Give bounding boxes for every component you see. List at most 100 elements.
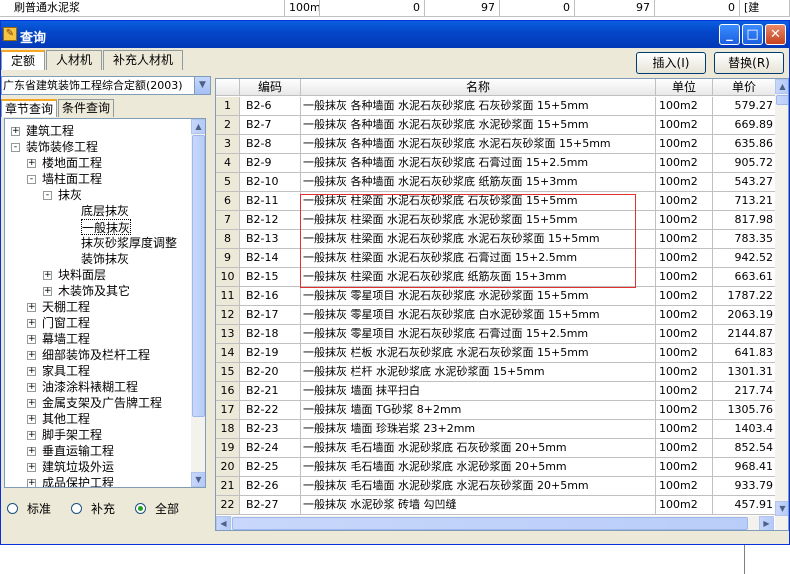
header-unit[interactable]: 单位 — [656, 79, 713, 96]
scroll-left-icon[interactable]: ◀ — [216, 516, 231, 530]
tree-node[interactable]: 块料面层 — [58, 267, 106, 283]
expand-icon[interactable]: + — [27, 303, 36, 312]
expand-icon[interactable]: + — [27, 335, 36, 344]
scroll-down-icon[interactable]: ▼ — [191, 472, 205, 487]
expand-icon[interactable]: + — [27, 415, 36, 424]
close-button[interactable]: ✕ — [765, 24, 786, 45]
tree-node[interactable]: 金属支架及广告牌工程 — [42, 395, 162, 411]
replace-button[interactable]: 替换(R) — [714, 52, 784, 74]
table-row[interactable]: 5 B2-10 一般抹灰 各种墙面 水泥石灰砂浆底 纸筋灰面 15+3mm 100m2… — [216, 173, 776, 192]
tree-node[interactable]: 建筑垃圾外运 — [42, 459, 114, 475]
tree-node[interactable]: 楼地面工程 — [42, 155, 102, 171]
expand-icon[interactable]: + — [27, 159, 36, 168]
table-row[interactable]: 6 B2-11 一般抹灰 柱梁面 水泥石灰砂浆底 石灰砂浆面 15+5mm 100m2… — [216, 192, 776, 211]
table-row[interactable]: 2 B2-7 一般抹灰 各种墙面 水泥石灰砂浆底 水泥砂浆面 15+5mm 100m2… — [216, 116, 776, 135]
table-row[interactable]: 7 B2-12 一般抹灰 柱梁面 水泥石灰砂浆底 水泥砂浆面 15+5mm 100m2… — [216, 211, 776, 230]
table-row[interactable]: 8 B2-13 一般抹灰 柱梁面 水泥石灰砂浆底 水泥石灰砂浆面 15+5mm 100… — [216, 230, 776, 249]
table-row[interactable]: 13 B2-18 一般抹灰 零星项目 水泥石灰砂浆底 石膏过面 15+2.5mm 10… — [216, 325, 776, 344]
collapse-icon[interactable]: - — [27, 175, 36, 184]
expand-icon[interactable]: + — [27, 399, 36, 408]
tree-node[interactable]: 装饰抹灰 — [81, 251, 129, 267]
table-row[interactable]: 11 B2-16 一般抹灰 零星项目 水泥石灰砂浆底 水泥砂浆面 15+5mm 100… — [216, 287, 776, 306]
radio-standard[interactable]: 标准 — [7, 499, 51, 517]
chevron-down-icon[interactable]: ▼ — [194, 77, 210, 94]
radio-circle[interactable] — [71, 502, 83, 514]
radio-circle[interactable] — [7, 502, 18, 514]
title-bar[interactable]: ✎ 查询 _ □ ✕ — [1, 21, 789, 48]
expand-icon[interactable]: + — [27, 351, 36, 360]
table-row[interactable]: 3 B2-8 一般抹灰 各种墙面 水泥石灰砂浆底 水泥石灰砂浆面 15+5mm 100… — [216, 135, 776, 154]
expand-icon[interactable]: + — [27, 463, 36, 472]
scroll-right-icon[interactable]: ▶ — [759, 516, 774, 530]
tree-node[interactable]: 门窗工程 — [42, 315, 90, 331]
radio-all[interactable]: 全部 — [135, 499, 179, 517]
tree-node[interactable]: 幕墙工程 — [42, 331, 90, 347]
tree-scroll-thumb[interactable] — [192, 135, 205, 417]
tree-node[interactable]: 细部装饰及栏杆工程 — [42, 347, 150, 363]
table-scroll-thumb[interactable] — [776, 95, 788, 105]
minimize-button[interactable]: _ — [719, 24, 740, 45]
tree-node[interactable]: 木装饰及其它 — [58, 283, 130, 299]
tree-node[interactable]: 脚手架工程 — [42, 427, 102, 443]
expand-icon[interactable]: + — [11, 127, 20, 136]
tree-node[interactable]: 抹灰砂浆厚度调整 — [81, 235, 177, 251]
header-name[interactable]: 名称 — [301, 79, 656, 96]
table-row[interactable]: 1 B2-6 一般抹灰 各种墙面 水泥石灰砂浆底 石灰砂浆面 15+5mm 100m2… — [216, 97, 776, 116]
expand-icon[interactable]: + — [43, 271, 52, 280]
table-scrollbar[interactable]: ▲ ▼ — [775, 79, 788, 530]
expand-icon[interactable]: + — [43, 287, 52, 296]
table-row[interactable]: 14 B2-19 一般抹灰 栏板 水泥石灰砂浆底 水泥石灰砂浆面 15+5mm 100… — [216, 344, 776, 363]
tree-node[interactable]: 其他工程 — [42, 411, 90, 427]
expand-icon[interactable]: + — [27, 431, 36, 440]
tree-scrollbar[interactable]: ▲ ▼ — [191, 119, 205, 487]
tree-node[interactable]: 一般抹灰 — [81, 219, 132, 235]
tree-node[interactable]: 油漆涂料裱糊工程 — [42, 379, 138, 395]
tree-node[interactable]: 建筑工程 — [26, 123, 74, 139]
table-hscroll-thumb[interactable] — [232, 517, 748, 530]
tree-node[interactable]: 家具工程 — [42, 363, 90, 379]
tree-node[interactable]: 垂直运输工程 — [42, 443, 114, 459]
tab-chapter-query[interactable]: 章节查询 — [1, 99, 58, 117]
scroll-up-icon[interactable]: ▲ — [191, 119, 205, 134]
table-row[interactable]: 19 B2-24 一般抹灰 毛石墙面 水泥砂浆底 石灰砂浆面 20+5mm 100m2… — [216, 439, 776, 458]
expand-icon[interactable]: + — [27, 479, 36, 487]
table-row[interactable]: 10 B2-15 一般抹灰 柱梁面 水泥石灰砂浆底 纸筋灰面 15+3mm 100m2… — [216, 268, 776, 287]
collapse-icon[interactable]: - — [11, 143, 20, 152]
insert-button[interactable]: 插入(I) — [636, 52, 706, 74]
tree-node[interactable]: 墙柱面工程 — [42, 171, 102, 187]
table-row[interactable]: 21 B2-26 一般抹灰 毛石墙面 水泥砂浆底 水泥石灰砂浆面 20+5mm 100… — [216, 477, 776, 496]
table-row[interactable]: 22 B2-27 一般抹灰 水泥砂浆 砖墙 勾凹缝 100m2 457.91 — [216, 496, 776, 515]
header-code[interactable]: 编码 — [240, 79, 301, 96]
tree-node[interactable]: 天棚工程 — [42, 299, 90, 315]
collapse-icon[interactable]: - — [43, 191, 52, 200]
table-row[interactable]: 18 B2-23 一般抹灰 墙面 珍珠岩浆 23+2mm 100m2 1403.4 — [216, 420, 776, 439]
cell-unit: 100m2 — [656, 154, 713, 173]
expand-icon[interactable]: + — [27, 367, 36, 376]
tree-node[interactable]: 装饰装修工程 — [26, 139, 98, 155]
maximize-button[interactable]: □ — [742, 24, 763, 45]
tab-materials[interactable]: 人材机 — [46, 50, 103, 70]
quota-book-select[interactable]: 广东省建筑装饰工程综合定额(2003) ▼ — [1, 76, 211, 95]
header-price[interactable]: 单价 — [713, 79, 776, 96]
radio-supplement[interactable]: 补充 — [71, 499, 115, 517]
tab-supplementary-materials[interactable]: 补充人材机 — [103, 50, 184, 70]
expand-icon[interactable]: + — [27, 447, 36, 456]
table-row[interactable]: 16 B2-21 一般抹灰 墙面 抹平扫白 100m2 217.74 — [216, 382, 776, 401]
table-row[interactable]: 20 B2-25 一般抹灰 毛石墙面 水泥砂浆底 水泥砂浆面 20+5mm 100m2… — [216, 458, 776, 477]
table-row[interactable]: 15 B2-20 一般抹灰 栏杆 水泥砂浆底 水泥砂浆面 15+5mm 100m2 13… — [216, 363, 776, 382]
tree-node[interactable]: 成品保护工程 — [42, 475, 114, 487]
tab-condition-query[interactable]: 条件查询 — [58, 99, 115, 117]
scroll-up-icon[interactable]: ▲ — [775, 79, 788, 94]
expand-icon[interactable]: + — [27, 319, 36, 328]
tree-node[interactable]: 底层抹灰 — [81, 203, 129, 219]
table-row[interactable]: 9 B2-14 一般抹灰 柱梁面 水泥石灰砂浆底 石膏过面 15+2.5mm 100m… — [216, 249, 776, 268]
tab-quota[interactable]: 定额 — [1, 50, 46, 70]
expand-icon[interactable]: + — [27, 383, 36, 392]
table-row[interactable]: 17 B2-22 一般抹灰 墙面 TG砂浆 8+2mm 100m2 1305.76 — [216, 401, 776, 420]
table-row[interactable]: 12 B2-17 一般抹灰 零星项目 水泥石灰砂浆底 白水泥砂浆面 15+5mm 10… — [216, 306, 776, 325]
table-hscrollbar[interactable]: ◀ ▶ — [216, 516, 774, 530]
tree-node[interactable]: 抹灰 — [58, 187, 82, 203]
scroll-down-icon[interactable]: ▼ — [775, 501, 788, 516]
table-row[interactable]: 4 B2-9 一般抹灰 各种墙面 水泥石灰砂浆底 石膏过面 15+2.5mm 100m… — [216, 154, 776, 173]
radio-circle[interactable] — [135, 502, 147, 514]
